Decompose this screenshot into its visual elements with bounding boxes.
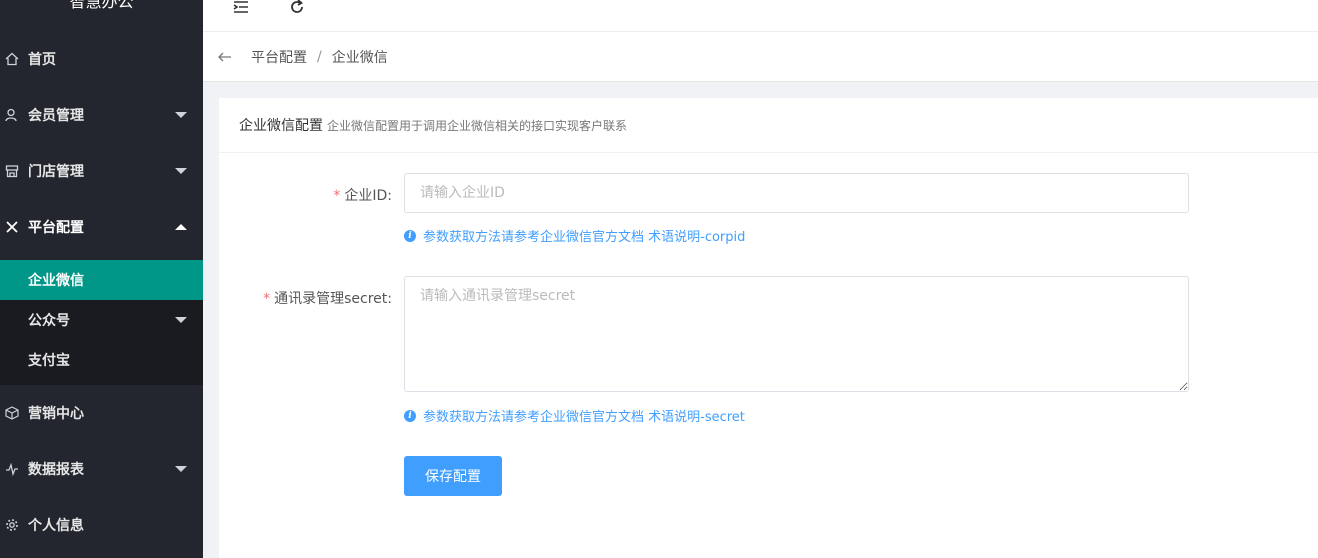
home-icon — [4, 51, 20, 67]
sidebar-item-label: 数据报表 — [28, 462, 84, 478]
corpid-hint: i 参数获取方法请参考企业微信官方文档 术语说明-corpid — [404, 226, 745, 245]
back-arrow-icon[interactable] — [217, 49, 233, 65]
card-header: 企业微信配置 企业微信配置用于调用企业微信相关的接口实现客户联系 — [219, 98, 1318, 153]
breadcrumb-separator: / — [317, 48, 322, 65]
sidebar-item-reports[interactable]: 数据报表 — [0, 441, 203, 497]
menu-toggle-icon[interactable] — [232, 0, 250, 16]
submenu-item-alipay[interactable]: 支付宝 — [0, 340, 203, 380]
secret-label-text: 通讯录管理secret: — [274, 291, 392, 307]
brand-title: 智慧办公 — [69, 0, 134, 11]
breadcrumb-current: 企业微信 — [331, 49, 388, 66]
sidebar-item-marketing[interactable]: 营销中心 — [0, 385, 203, 441]
chevron-down-icon — [175, 168, 187, 174]
gear-icon — [4, 517, 20, 533]
sidebar-item-label: 个人信息 — [28, 518, 84, 534]
card-description: 企业微信配置用于调用企业微信相关的接口实现客户联系 — [327, 118, 628, 133]
corpid-input[interactable] — [404, 173, 1189, 213]
corpid-label-text: 企业ID: — [344, 188, 392, 204]
chevron-down-icon — [175, 317, 187, 323]
top-bar — [203, 0, 1318, 32]
sidebar-item-members[interactable]: 会员管理 — [0, 87, 203, 143]
secret-label: * 通讯录管理secret: — [219, 288, 392, 308]
secret-textarea[interactable] — [404, 276, 1189, 392]
sidebar-item-label: 会员管理 — [28, 108, 84, 124]
sidebar-item-home[interactable]: 首页 — [0, 31, 203, 87]
corpid-label: * 企业ID: — [219, 185, 392, 205]
platform-config-submenu: 企业微信 公众号 支付宝 — [0, 260, 203, 385]
sidebar-item-stores[interactable]: 门店管理 — [0, 143, 203, 199]
sidebar-item-platform-config[interactable]: 平台配置 — [0, 199, 203, 255]
breadcrumb-parent[interactable]: 平台配置 — [251, 47, 307, 67]
required-mark: * — [263, 291, 271, 307]
chevron-down-icon — [175, 466, 187, 472]
chevron-up-icon — [175, 224, 187, 230]
submenu-item-label: 企业微信 — [28, 273, 84, 289]
secret-hint: i 参数获取方法请参考企业微信官方文档 术语说明-secret — [404, 406, 745, 425]
refresh-icon[interactable] — [288, 0, 306, 16]
chevron-down-icon — [175, 112, 187, 118]
info-icon: i — [404, 409, 416, 422]
card-title: 企业微信配置 — [239, 118, 323, 134]
sidebar-item-label: 首页 — [28, 52, 56, 68]
store-icon — [4, 163, 20, 179]
config-card: 企业微信配置 企业微信配置用于调用企业微信相关的接口实现客户联系 * 企业ID: … — [219, 98, 1318, 558]
pulse-icon — [4, 461, 20, 477]
cube-icon — [4, 405, 20, 421]
tools-icon — [4, 219, 20, 235]
sidebar-item-label: 门店管理 — [28, 164, 84, 180]
sidebar: 智慧办公 首页 会员管理 门店管理 平台配置 企业微信 公众号 支付宝 营销中心… — [0, 0, 203, 558]
save-config-button[interactable]: 保存配置 — [404, 456, 502, 496]
required-mark: * — [333, 188, 341, 204]
sidebar-item-label: 营销中心 — [28, 406, 84, 422]
breadcrumb: 平台配置 / 企业微信 — [203, 32, 1318, 82]
submenu-item-wecom[interactable]: 企业微信 — [0, 260, 203, 300]
secret-hint-text[interactable]: 参数获取方法请参考企业微信官方文档 术语说明-secret — [423, 406, 745, 425]
sidebar-item-profile[interactable]: 个人信息 — [0, 497, 203, 553]
submenu-item-label: 公众号 — [28, 313, 70, 329]
sidebar-item-label: 平台配置 — [28, 220, 84, 236]
info-icon: i — [404, 229, 416, 242]
corpid-hint-text[interactable]: 参数获取方法请参考企业微信官方文档 术语说明-corpid — [423, 226, 745, 245]
submenu-item-label: 支付宝 — [28, 353, 70, 369]
submenu-item-official-account[interactable]: 公众号 — [0, 300, 203, 340]
user-icon — [4, 107, 20, 123]
